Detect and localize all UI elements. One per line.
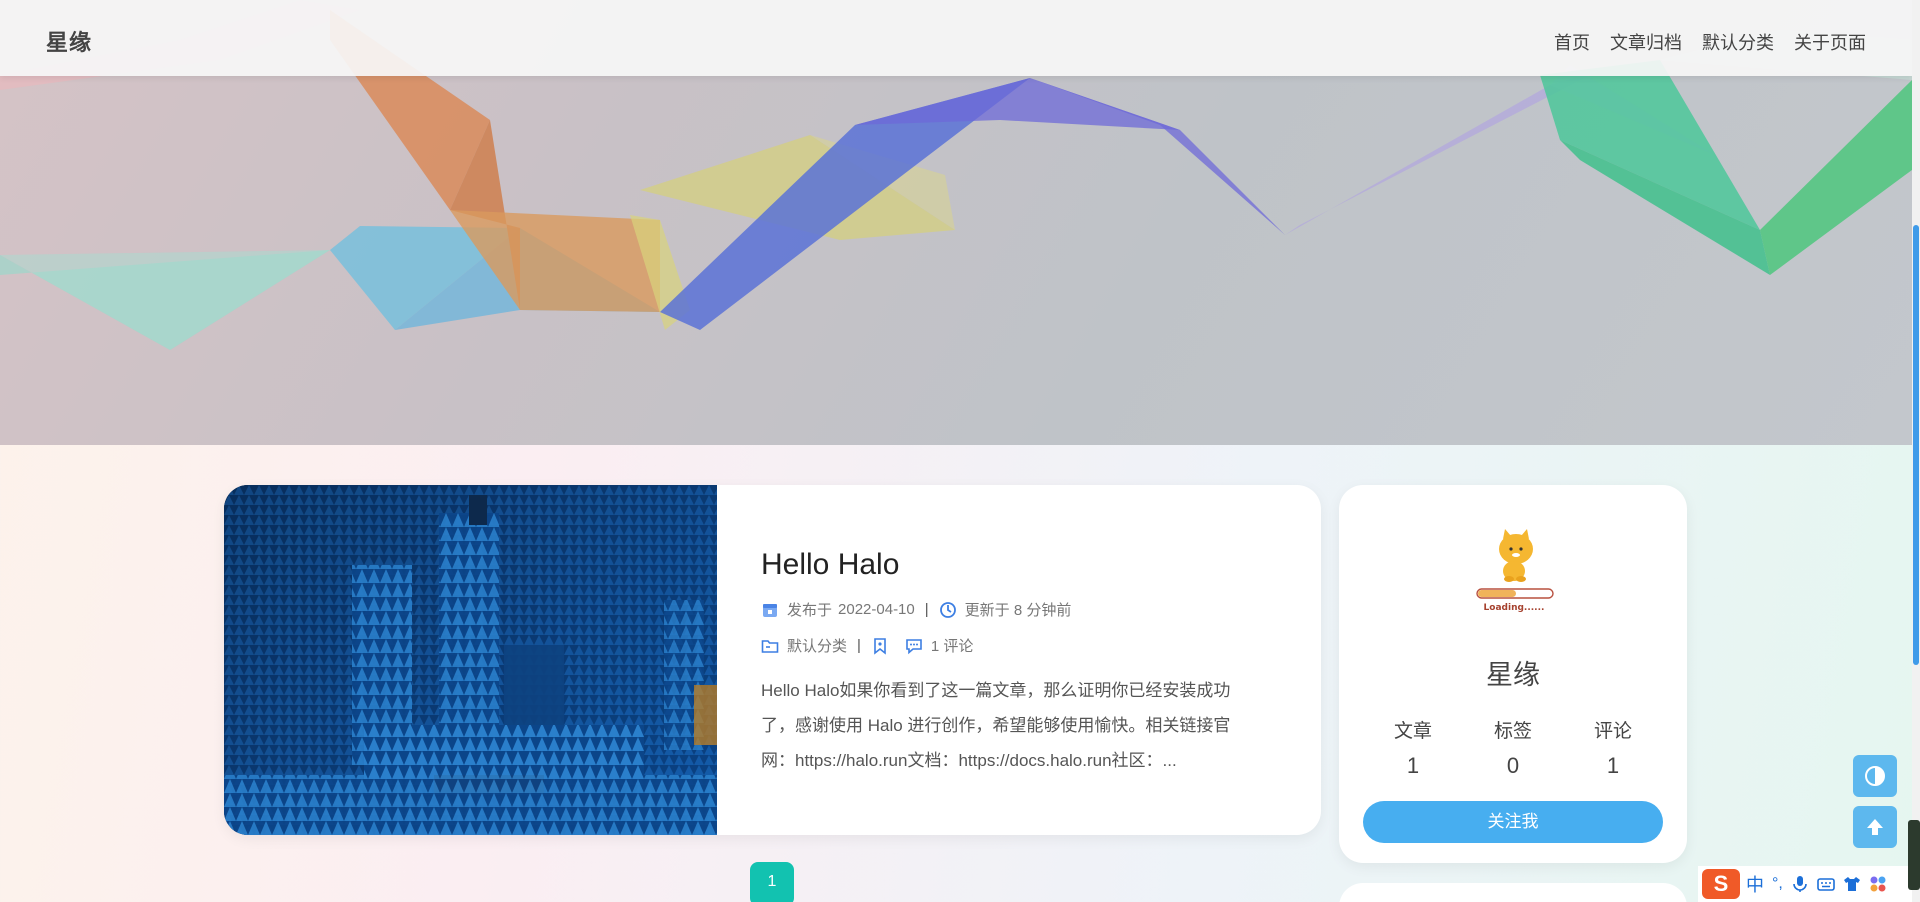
- stat-comments[interactable]: 评论 1: [1573, 716, 1653, 779]
- folder-icon: [761, 639, 779, 653]
- arrow-up-icon: [1867, 819, 1883, 835]
- stat-articles[interactable]: 文章 1: [1373, 716, 1453, 779]
- ime-language-toggle[interactable]: 中: [1746, 871, 1764, 897]
- loading-mascot-avatar: Loading......: [1476, 529, 1554, 613]
- updated-text: 更新于 8 分钟前: [964, 602, 1072, 619]
- comment-count[interactable]: 1 评论: [931, 635, 974, 656]
- microphone-icon[interactable]: [1791, 875, 1809, 893]
- loading-text: Loading......: [1484, 603, 1545, 613]
- nav-menu: 首页 文章归档 默认分类 关于页面: [1554, 29, 1866, 55]
- profile-stats: 文章 1 标签 0 评论 1: [1363, 716, 1663, 779]
- page-scrollbar[interactable]: [1912, 0, 1920, 902]
- stat-tags[interactable]: 标签 0: [1473, 716, 1553, 779]
- post-meta-tags: 默认分类 | 1 评论: [761, 635, 973, 656]
- comment-icon: [906, 638, 922, 654]
- category-link[interactable]: 默认分类: [787, 635, 847, 656]
- nav-item-category[interactable]: 默认分类: [1702, 29, 1774, 55]
- stat-value: 0: [1506, 753, 1520, 778]
- skin-shirt-icon[interactable]: [1843, 875, 1861, 893]
- contrast-icon: [1865, 766, 1885, 786]
- stat-label: 标签: [1493, 721, 1532, 742]
- profile-name: 星缘: [1486, 660, 1540, 690]
- site-brand[interactable]: 星缘: [46, 25, 92, 57]
- window-edge-strip: [1908, 820, 1920, 890]
- clock-icon: [939, 601, 956, 618]
- nav-item-archive[interactable]: 文章归档: [1610, 29, 1682, 55]
- post-excerpt: Hello Halo如果你看到了这一篇文章，那么证明你已经安装成功了，感谢使用 …: [761, 681, 1231, 770]
- meta-separator: |: [857, 637, 861, 654]
- back-to-top-button[interactable]: [1853, 806, 1897, 848]
- post-cover-image[interactable]: [224, 485, 717, 835]
- keyboard-icon[interactable]: [1817, 875, 1835, 893]
- published-date: 2022-04-10: [838, 601, 915, 618]
- pagination-page-1[interactable]: 1: [750, 862, 794, 902]
- post-card[interactable]: Hello Halo 发布于 2022-04-10 | 更新于 8 分钟前 默认…: [224, 485, 1321, 835]
- scrollbar-thumb[interactable]: [1913, 225, 1919, 665]
- stat-label: 评论: [1593, 721, 1632, 742]
- tag-bookmark-icon[interactable]: [871, 637, 889, 655]
- stat-value: 1: [1406, 753, 1420, 778]
- stat-value: 1: [1606, 753, 1620, 778]
- published-label: 发布于: [787, 602, 833, 619]
- sidebar-card-next: [1339, 883, 1687, 902]
- sogou-logo-icon[interactable]: S: [1702, 869, 1740, 899]
- nav-item-about[interactable]: 关于页面: [1794, 29, 1866, 55]
- calendar-icon: [763, 603, 777, 617]
- theme-toggle-button[interactable]: [1853, 755, 1897, 797]
- follow-button[interactable]: 关注我: [1363, 801, 1663, 843]
- post-title[interactable]: Hello Halo: [761, 548, 899, 582]
- nav-item-home[interactable]: 首页: [1554, 29, 1590, 55]
- ime-punctuation-toggle[interactable]: °,: [1772, 875, 1783, 893]
- stat-label: 文章: [1393, 721, 1432, 742]
- post-meta-dates: 发布于 2022-04-10 | 更新于 8 分钟前: [761, 599, 1071, 620]
- toolbox-grid-icon[interactable]: [1869, 875, 1887, 893]
- profile-card: Loading...... 星缘 文章 1 标签 0 评论 1 关注我: [1339, 485, 1687, 863]
- ime-toolbar: S 中 °,: [1698, 866, 1912, 902]
- top-navbar: 星缘 首页 文章归档 默认分类 关于页面: [0, 0, 1912, 76]
- meta-separator: |: [924, 601, 929, 618]
